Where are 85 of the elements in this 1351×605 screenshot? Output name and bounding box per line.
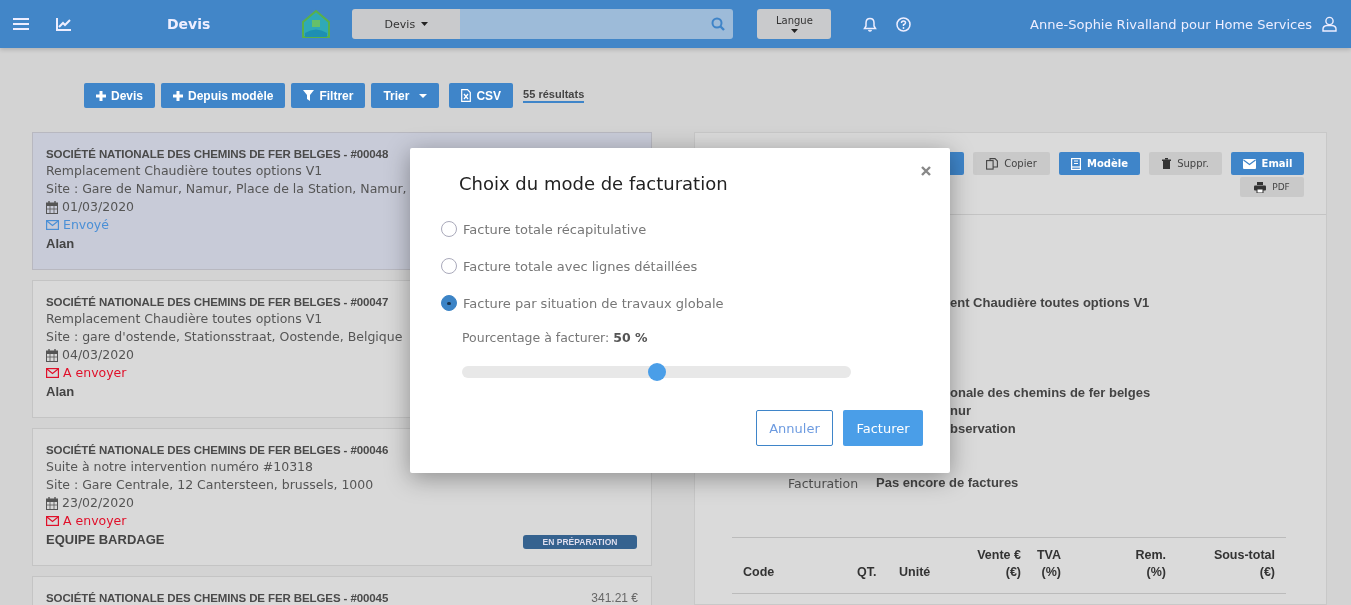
percentage-label: Pourcentage à facturer: 50 %	[462, 330, 648, 345]
quote-status: A envoyer	[63, 364, 127, 382]
column-header[interactable]: Rem. (%)	[1069, 547, 1174, 593]
column-header[interactable]: Unité	[891, 564, 961, 593]
quote-description: Remplacement Chaudière toutes options V1	[46, 162, 323, 180]
action-button[interactable]: Copier	[973, 152, 1050, 175]
quote-date: 04/03/2020	[62, 346, 135, 364]
page-title: Devis	[167, 16, 211, 32]
toolbar-button[interactable]: CSV	[449, 83, 514, 108]
search-field[interactable]	[460, 9, 704, 39]
caret-icon	[790, 29, 798, 33]
spreadsheet-file-icon	[461, 89, 472, 102]
book-icon	[1071, 157, 1081, 170]
menu-icon[interactable]	[13, 17, 29, 31]
trash-icon	[1162, 158, 1172, 169]
caret-icon	[419, 93, 428, 98]
quote-date: 23/02/2020	[62, 494, 135, 512]
envelope-icon	[46, 220, 59, 230]
field-value: ent Chaudière toutes options V1	[950, 295, 1150, 312]
quote-description: Suite à notre intervention numéro #10318	[46, 458, 314, 476]
help-icon[interactable]	[896, 16, 912, 32]
toolbar-button[interactable]: Trier	[371, 83, 440, 108]
radio-button[interactable]	[441, 258, 457, 274]
quote-site: Site : Gare de Namur, Namur, Place de la Station, Namur,	[46, 180, 407, 198]
quote-title: SOCIÉTÉ NATIONALE DES CHEMINS DE FER BELGES - #00046	[46, 443, 389, 458]
toolbar-button[interactable]: Devis	[84, 83, 156, 108]
envelope-icon	[46, 368, 59, 378]
quote-title: SOCIÉTÉ NATIONALE DES CHEMINS DE FER BELGES - #00047	[46, 295, 389, 310]
calendar-icon	[46, 496, 58, 510]
quote-date: 01/03/2020	[62, 198, 135, 216]
caret-icon	[421, 22, 429, 26]
field-value: nur	[950, 403, 971, 420]
field-value: onale des chemins de fer belges	[950, 385, 1151, 402]
column-header[interactable]: TVA (%)	[1029, 547, 1069, 593]
toolbar-button[interactable]: Filtrer	[291, 83, 366, 108]
user-name[interactable]: Anne-Sophie Rivalland pour Home Services	[1030, 16, 1312, 32]
envelope-icon	[46, 516, 59, 526]
column-header[interactable]: Vente € (€)	[961, 547, 1029, 593]
assignee-name: Alan	[46, 383, 75, 399]
envelope-icon	[1242, 158, 1256, 169]
quote-description: Remplacement Chaudière toutes options V1	[46, 310, 323, 328]
printer-icon	[1254, 181, 1267, 193]
user-icon[interactable]	[1322, 16, 1337, 32]
plus-icon	[173, 90, 184, 101]
house-logo-icon	[301, 9, 332, 39]
action-button[interactable]: Suppr.	[1149, 152, 1222, 175]
column-header[interactable]: Code	[732, 564, 849, 593]
quote-status: Envoyé	[63, 216, 109, 234]
quote-site: Site : Gare Centrale, 12 Cantersteen, brussels, 1000	[46, 476, 374, 494]
close-icon[interactable]	[921, 166, 931, 176]
language-dropdown[interactable]: Langue	[757, 9, 832, 39]
status-badge: EN PRÉPARATION	[523, 535, 637, 549]
assignee-name: EQUIPE BARDAGE	[46, 531, 165, 547]
action-button[interactable]: Email	[1231, 152, 1304, 175]
toolbar-button[interactable]: Depuis modèle	[161, 83, 286, 108]
quote-title: SOCIÉTÉ NATIONALE DES CHEMINS DE FER BELGES - #00045	[46, 591, 389, 605]
action-button[interactable]: Modèle	[1059, 152, 1140, 175]
quote-site: Site : gare d'ostende, Stationsstraat, Oostende, Belgique	[46, 328, 403, 346]
radio-button[interactable]	[441, 295, 457, 311]
radio-button[interactable]	[441, 221, 457, 237]
field-value: bservation	[950, 421, 1016, 438]
filter-icon	[303, 90, 315, 101]
quote-card[interactable]: SOCIÉTÉ NATIONALE DES CHEMINS DE FER BELGES - #00045 341.21 €	[32, 576, 652, 605]
search-button[interactable]	[703, 9, 734, 39]
assignee-name: Alan	[46, 235, 75, 251]
column-header[interactable]: Sous-total (€)	[1174, 547, 1286, 593]
percentage-slider[interactable]	[462, 366, 851, 378]
action-button[interactable]: PDF	[1240, 177, 1304, 197]
quote-amount: 341.21 €	[591, 591, 638, 605]
copy-icon	[986, 157, 999, 170]
field-value: Pas encore de factures	[876, 475, 1019, 492]
field-label: Facturation	[788, 475, 860, 493]
plus-icon	[96, 90, 106, 101]
calendar-icon	[46, 348, 58, 362]
quote-status: A envoyer	[63, 512, 127, 530]
option-label[interactable]: Facture totale récapitulative	[463, 221, 647, 237]
result-count-link[interactable]: 55 résultats	[523, 88, 585, 103]
chart-icon[interactable]	[56, 17, 72, 31]
search-icon	[711, 17, 726, 31]
column-header[interactable]: QT.	[849, 564, 891, 593]
slider-thumb[interactable]	[647, 363, 666, 381]
calendar-icon	[46, 200, 58, 214]
bell-icon[interactable]	[863, 16, 878, 32]
quote-title: SOCIÉTÉ NATIONALE DES CHEMINS DE FER BELGES - #00048	[46, 147, 389, 162]
search-scope-dropdown[interactable]: Devis	[352, 9, 461, 39]
